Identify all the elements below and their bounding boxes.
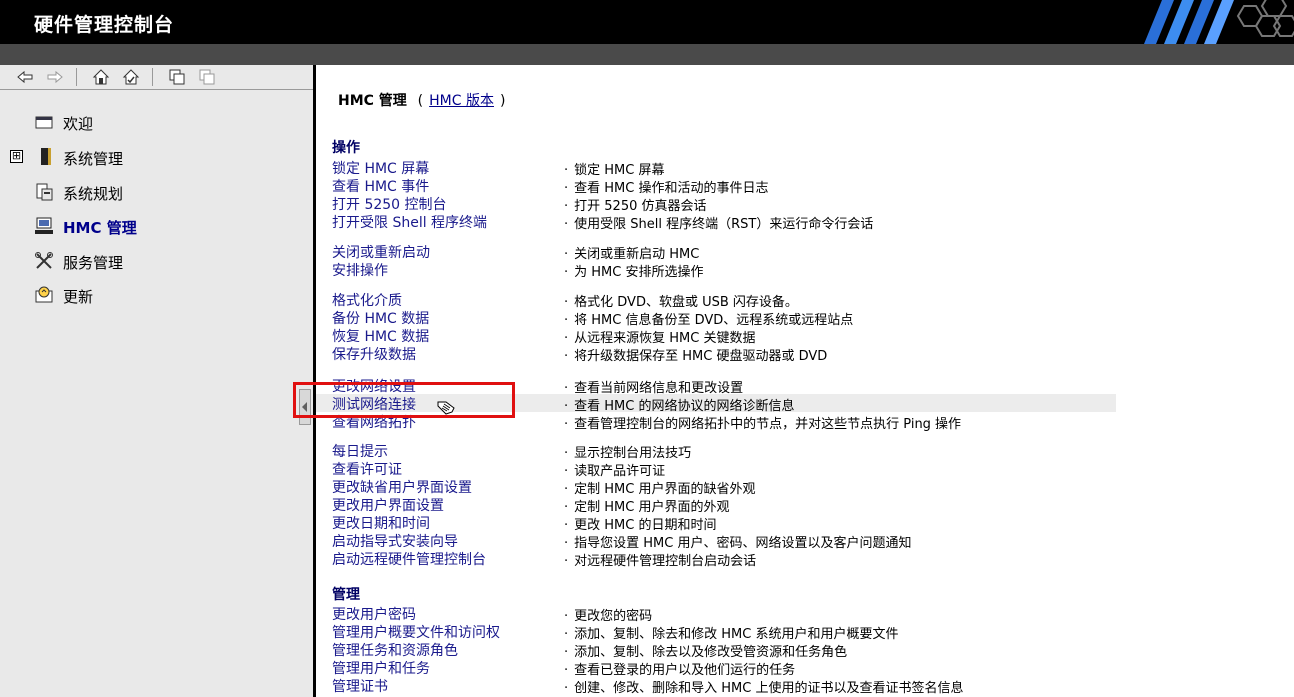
forward-arrow-icon[interactable] [46,68,64,86]
task-link[interactable]: 查看 HMC 事件 [332,176,429,196]
task-description: 查看管理控制台的网络拓扑中的节点，并对这些节点执行 Ping 操作 [564,413,961,432]
back-arrow-icon[interactable] [16,68,34,86]
task-link[interactable]: 每日提示 [332,441,388,461]
task-link[interactable]: 更改用户界面设置 [332,495,444,515]
task-row: 更改日期和时间更改 HMC 的日期和时间 [316,513,1116,533]
sidebar-item-updates[interactable]: 更新 [10,285,300,309]
server-icon [41,148,51,165]
sidebar-item-systems-management[interactable]: ⊞ 系统管理 [10,147,300,171]
hmc-version-link[interactable]: HMC 版本 [429,93,494,109]
title-bar: 硬件管理控制台 [0,0,1294,44]
task-description: 使用受限 Shell 程序终端（RST）来运行命令行会话 [564,213,873,232]
task-row: 每日提示显示控制台用法技巧 [316,441,1116,461]
task-row: 更改用户密码更改您的密码 [316,604,1116,624]
planning-icon [36,183,53,201]
task-link[interactable]: 锁定 HMC 屏幕 [332,158,429,178]
task-link[interactable]: 管理用户概要文件和访问权 [332,622,500,642]
section-title-management: 管理 [332,587,360,603]
task-description: 对远程硬件管理控制台启动会话 [564,550,756,569]
page-title: HMC 管理 (HMC 版本) [338,93,506,109]
main-content: HMC 管理 (HMC 版本) 操作 锁定 HMC 屏幕锁定 HMC 屏幕 查看… [316,65,1294,697]
task-row: 保存升级数据 将升级数据保存至 HMC 硬盘驱动器或 DVD [316,344,1116,364]
task-row: 锁定 HMC 屏幕锁定 HMC 屏幕 [316,158,1116,178]
task-row: 启动远程硬件管理控制台 对远程硬件管理控制台启动会话 [316,549,1116,569]
task-description: 为 HMC 安排所选操作 [564,261,703,280]
task-row: 启动指导式安装向导指导您设置 HMC 用户、密码、网络设置以及客户问题通知 [316,531,1116,551]
welcome-window-icon [35,116,53,129]
banner-logo-graphic [1134,0,1294,44]
update-icon [35,286,53,303]
sidebar-item-system-planning[interactable]: 系统规划 [10,182,300,206]
task-link[interactable]: 恢复 HMC 数据 [332,326,429,346]
sidebar-item-label: HMC 管理 [63,219,137,237]
task-row: 关闭或重新启动关闭或重新启动 HMC [316,242,1116,262]
sidebar-item-welcome[interactable]: 欢迎 [10,112,300,136]
tree-expander[interactable]: ⊞ [10,150,23,163]
home-set-icon[interactable] [122,68,140,86]
menu-strip [0,44,1294,65]
task-row: 打开受限 Shell 程序终端 使用受限 Shell 程序终端（RST）来运行命令… [316,212,1116,232]
task-link[interactable]: 管理证书 [332,676,388,696]
task-link[interactable]: 更改缺省用户界面设置 [332,477,472,497]
task-link[interactable]: 保存升级数据 [332,344,416,364]
task-row: 管理证书 创建、修改、删除和导入 HMC 上使用的证书以及查看证书签名信息 [316,676,1116,696]
task-link[interactable]: 查看许可证 [332,459,402,479]
task-row: 管理用户概要文件和访问权添加、复制、除去和修改 HMC 系统用户和用户概要文件 [316,622,1116,642]
task-row: 打开 5250 控制台打开 5250 仿真器会话 [316,194,1116,214]
task-row: 备份 HMC 数据将 HMC 信息备份至 DVD、远程系统或远程站点 [316,308,1116,328]
task-description: 创建、修改、删除和导入 HMC 上使用的证书以及查看证书签名信息 [564,677,963,696]
task-description: 将升级数据保存至 HMC 硬盘驱动器或 DVD [564,345,827,364]
task-link[interactable]: 更改用户密码 [332,604,416,624]
service-tools-icon [35,252,53,269]
task-row: 恢复 HMC 数据从远程来源恢复 HMC 关键数据 [316,326,1116,346]
page-title-text: HMC 管理 [338,93,407,109]
task-link[interactable]: 关闭或重新启动 [332,242,430,262]
task-row: 更改缺省用户界面设置定制 HMC 用户界面的缺省外观 [316,477,1116,497]
task-link[interactable]: 管理用户和任务 [332,658,430,678]
task-link[interactable]: 安排操作 [332,260,388,280]
task-link[interactable]: 管理任务和资源角色 [332,640,458,660]
app-title: 硬件管理控制台 [34,14,175,36]
task-row: 格式化介质格式化 DVD、软盘或 USB 闪存设备。 [316,290,1116,310]
sidebar-toolbar [0,65,313,90]
collapse-all-icon[interactable] [198,68,216,86]
sidebar-item-label: 系统管理 [63,150,124,168]
expand-all-icon[interactable] [168,68,186,86]
task-row: 安排操作 为 HMC 安排所选操作 [316,260,1116,280]
task-row: 更改用户界面设置定制 HMC 用户界面的外观 [316,495,1116,515]
task-link[interactable]: 启动指导式安装向导 [332,531,458,551]
section-title-operations: 操作 [332,140,360,156]
hmc-console-icon [35,217,53,234]
hand-cursor-icon [437,401,455,415]
highlight-annotation-box [293,382,515,418]
home-icon[interactable] [92,68,110,86]
sidebar-item-service-management[interactable]: 服务管理 [10,251,300,275]
navigation-sidebar: 欢迎 ⊞ 系统管理 系统规划 HMC 管理 服务管理 更新 [0,65,313,697]
sidebar-item-hmc-management[interactable]: HMC 管理 [10,216,300,240]
sidebar-item-label: 更新 [63,288,94,306]
task-row: 管理任务和资源角色添加、复制、除去以及修改受管资源和任务角色 [316,640,1116,660]
task-link[interactable]: 备份 HMC 数据 [332,308,429,328]
task-row: 管理用户和任务查看已登录的用户以及他们运行的任务 [316,658,1116,678]
task-row: 查看 HMC 事件查看 HMC 操作和活动的事件日志 [316,176,1116,196]
task-link[interactable]: 格式化介质 [332,290,402,310]
sidebar-item-label: 欢迎 [63,115,94,133]
sidebar-item-label: 服务管理 [63,254,124,272]
sidebar-item-label: 系统规划 [63,185,124,203]
task-link[interactable]: 打开 5250 控制台 [332,194,447,214]
task-link[interactable]: 更改日期和时间 [332,513,430,533]
task-row: 查看许可证读取产品许可证 [316,459,1116,479]
task-link[interactable]: 打开受限 Shell 程序终端 [332,212,487,232]
task-link[interactable]: 启动远程硬件管理控制台 [332,549,486,569]
